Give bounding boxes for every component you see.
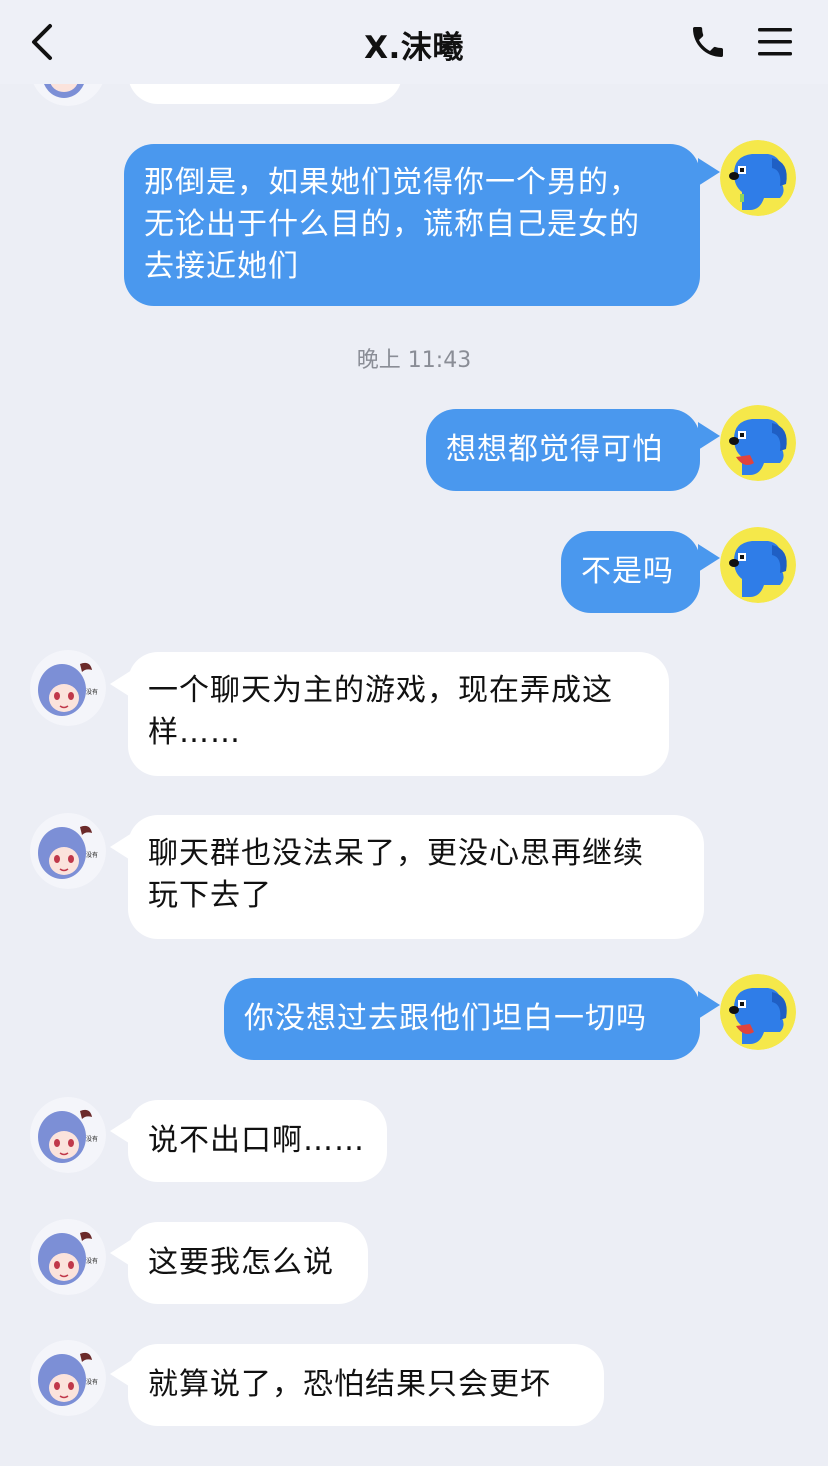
phone-icon (693, 27, 723, 57)
message-bubble-incoming[interactable]: 一个聊天为主的游戏，现在弄成这 样…… (128, 652, 669, 776)
contact-avatar[interactable]: 没有 (30, 650, 106, 726)
svg-text:没有: 没有 (86, 1135, 98, 1143)
contact-avatar[interactable]: 没有 (30, 1219, 106, 1295)
message-text: 这要我怎么说 (148, 1245, 334, 1280)
bubble-tail (698, 158, 720, 186)
anime-girl-avatar-icon: 没有 (30, 1340, 106, 1416)
message-line: 样…… (148, 715, 241, 750)
message-bubble-outgoing[interactable]: 你没想过去跟他们坦白一切吗 (224, 978, 700, 1060)
message-text: 想想都觉得可怕 (446, 432, 663, 467)
svg-text:没有: 没有 (86, 1257, 98, 1265)
svg-text:没有: 没有 (86, 688, 98, 696)
message-text: 你没想过去跟他们坦白一切吗 (244, 1001, 647, 1036)
chat-screen: X.沫曦 那倒是，如果她们觉得你一个男的， 无论出于什么目的，谎称自己是女的 去… (0, 0, 828, 1466)
message-line: 无论出于什么目的，谎称自己是女的 (144, 207, 640, 242)
contact-avatar[interactable]: 没有 (30, 1340, 106, 1416)
svg-text:没有: 没有 (86, 1378, 98, 1386)
message-line: 去接近她们 (144, 249, 299, 284)
message-bubble-outgoing[interactable]: 不是吗 (561, 531, 700, 613)
anime-girl-avatar-icon: 没有 (30, 1219, 106, 1295)
chat-header: X.沫曦 (0, 0, 828, 84)
menu-button[interactable] (756, 24, 794, 60)
svg-text:没有: 没有 (86, 851, 98, 859)
anime-girl-avatar-icon: 没有 (30, 650, 106, 726)
message-bubble-incoming[interactable]: 聊天群也没法呆了，更没心思再继续 玩下去了 (128, 815, 704, 939)
message-bubble-outgoing[interactable]: 想想都觉得可怕 (426, 409, 700, 491)
call-button[interactable] (688, 22, 728, 62)
bubble-tail (698, 544, 720, 572)
blue-dog-avatar-icon (720, 974, 796, 1050)
blue-dog-avatar-icon (720, 140, 796, 216)
message-text: 就算说了，恐怕结果只会更坏 (148, 1367, 551, 1402)
blue-dog-avatar-icon (720, 527, 796, 603)
hamburger-menu-icon (758, 28, 792, 56)
anime-girl-avatar-icon: 没有 (30, 813, 106, 889)
blue-dog-avatar-icon (720, 405, 796, 481)
message-text: 说不出口啊…… (148, 1123, 365, 1158)
timestamp-label: 晚上 11:43 (356, 348, 472, 373)
my-avatar[interactable] (720, 405, 796, 481)
bubble-tail (698, 991, 720, 1019)
message-line: 一个聊天为主的游戏，现在弄成这 (148, 673, 613, 708)
message-bubble-incoming[interactable]: 这要我怎么说 (128, 1222, 368, 1304)
message-bubble-incoming[interactable]: 就算说了，恐怕结果只会更坏 (128, 1344, 604, 1426)
bubble-tail (698, 422, 720, 450)
my-avatar[interactable] (720, 527, 796, 603)
message-line: 聊天群也没法呆了，更没心思再继续 (148, 836, 644, 871)
anime-girl-avatar-icon: 没有 (30, 1097, 106, 1173)
message-text: 不是吗 (581, 554, 674, 589)
my-avatar[interactable] (720, 140, 796, 216)
message-bubble-incoming[interactable]: 说不出口啊…… (128, 1100, 387, 1182)
message-line: 玩下去了 (148, 878, 272, 913)
contact-avatar[interactable]: 没有 (30, 1097, 106, 1173)
contact-avatar[interactable]: 没有 (30, 813, 106, 889)
my-avatar[interactable] (720, 974, 796, 1050)
message-line: 那倒是，如果她们觉得你一个男的， (144, 165, 640, 200)
message-bubble-outgoing[interactable]: 那倒是，如果她们觉得你一个男的， 无论出于什么目的，谎称自己是女的 去接近她们 (124, 144, 700, 306)
